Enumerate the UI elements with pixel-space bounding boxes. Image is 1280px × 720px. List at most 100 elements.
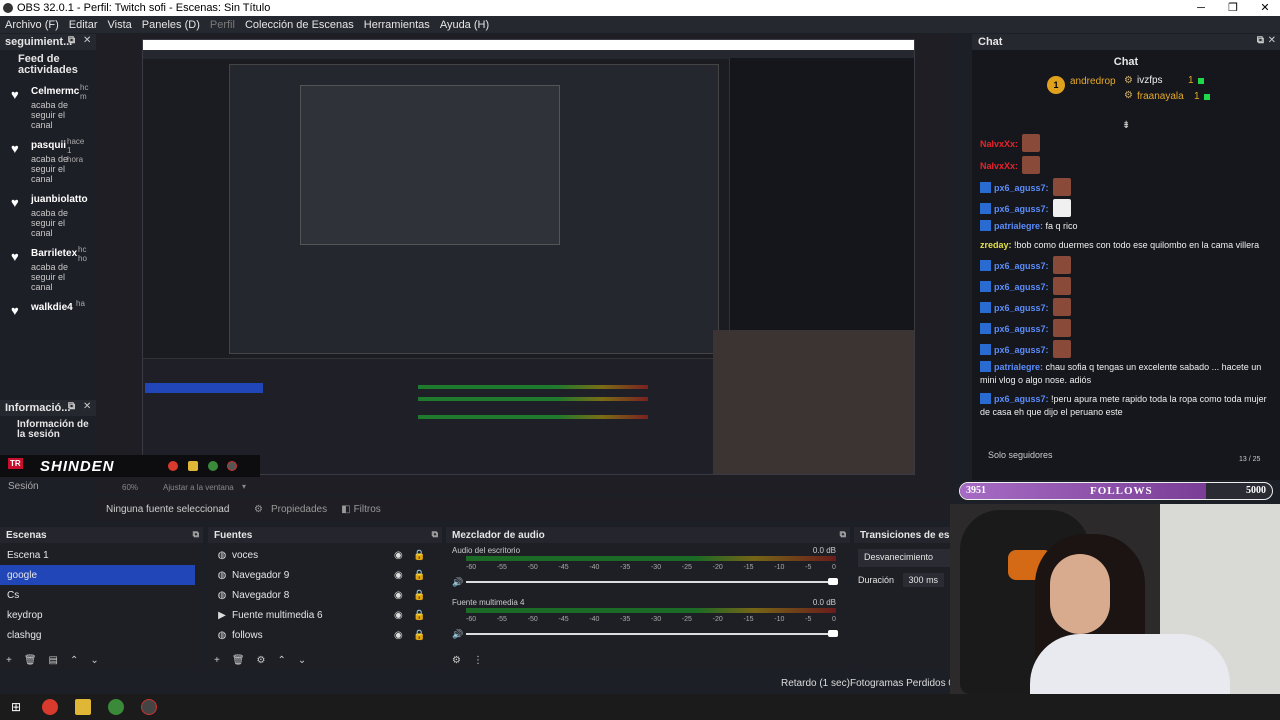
scale-tick: -55 [496, 616, 507, 623]
move-up-icon[interactable]: ⌃ [278, 655, 286, 666]
close-button[interactable]: ✕ [1249, 0, 1280, 16]
chrome-icon[interactable] [108, 699, 124, 715]
menu-vista[interactable]: Vista [103, 19, 137, 31]
scene-item-selected[interactable]: google [0, 565, 195, 585]
move-down-icon[interactable]: ⌄ [90, 655, 98, 666]
menu-coleccion[interactable]: Colección de Escenas [240, 19, 359, 31]
track-db: 0.0 dB [812, 598, 836, 607]
scale-tick: -60 [466, 616, 477, 623]
float-icon[interactable]: ⧉ [68, 35, 75, 46]
filters-icon[interactable]: ◧ [341, 504, 350, 515]
zoom-bar: 60% Ajustar a la ventana ▾ [96, 480, 952, 494]
float-icon[interactable]: ⧉ [193, 529, 199, 540]
menu-paneles[interactable]: Paneles (D) [137, 19, 205, 31]
filters-button[interactable]: Filtros [354, 504, 381, 515]
feed-item: ♥ Celmermc acaba de seguir el canal hc m [0, 83, 96, 130]
chat-user: px6_aguss7: [994, 183, 1049, 193]
sources-dock: Fuentes ⧉ ◍ voces ◉ 🔒 ◍ Navegador 9 ◉ 🔒 ◍ Naveg… [208, 527, 442, 670]
file-explorer-icon[interactable] [75, 699, 91, 715]
source-item[interactable]: ◍ Navegador 9 ◉ 🔒 [208, 565, 442, 585]
folder-icon [188, 461, 198, 471]
chevron-down-icon[interactable]: ▾ [242, 482, 246, 491]
lock-icon[interactable]: 🔒 [413, 610, 425, 621]
bottom-docks: Escenas ⧉ Escena 1 google Cs keydrop cla… [0, 527, 952, 670]
obs-logo-icon [3, 3, 13, 13]
scene-item[interactable]: Escena 1 [0, 545, 195, 565]
close-icon[interactable]: ✕ [83, 401, 91, 412]
windows-start-icon[interactable]: ⊞ [8, 699, 24, 715]
close-icon[interactable]: ✕ [83, 35, 91, 46]
feed-item-name: juanbiolatto [31, 194, 88, 205]
obs-icon[interactable] [141, 699, 157, 715]
add-icon[interactable]: + [214, 655, 220, 666]
duration-input[interactable]: 300 ms [902, 573, 945, 587]
source-item[interactable]: ◍ follows ◉ 🔒 [208, 625, 442, 645]
scene-item[interactable]: Cs [0, 585, 195, 605]
trash-icon[interactable]: 🗑 [232, 655, 245, 666]
volume-slider[interactable] [466, 633, 838, 635]
fit-to-window[interactable]: Ajustar a la ventana [163, 483, 234, 492]
scroll-down-icon[interactable]: ⇟ [1122, 120, 1130, 131]
scale-tick: -40 [589, 564, 600, 571]
minimize-button[interactable]: ─ [1185, 0, 1217, 16]
zoom-level[interactable]: 60% [122, 483, 138, 492]
chat-message: NaIvxXx: [980, 134, 1270, 154]
eye-icon[interactable]: ◉ [394, 590, 403, 601]
float-icon[interactable]: ⧉ [68, 401, 75, 412]
move-up-icon[interactable]: ⌃ [70, 655, 78, 666]
source-item[interactable]: ▶ Fuente multimedia 6 ◉ 🔒 [208, 605, 442, 625]
status-square [1198, 78, 1204, 84]
float-icon[interactable]: ⧉ [1257, 35, 1264, 46]
lock-icon[interactable]: 🔒 [413, 630, 425, 641]
source-item[interactable]: ◍ Navegador 8 ◉ 🔒 [208, 585, 442, 605]
chat-dock: Chat ⧉ ✕ Chat 1 andredrop ⚙ ivzfps 1 ⚙ f… [972, 34, 1280, 480]
gear-icon[interactable]: ⚙ [257, 655, 266, 666]
more-icon[interactable]: ⋮ [473, 655, 483, 666]
followers-only-label: Solo seguidores [988, 450, 1053, 460]
nested-title-bar [143, 40, 914, 50]
eye-icon[interactable]: ◉ [394, 610, 403, 621]
transition-select[interactable]: Desvanecimiento [858, 549, 952, 567]
eye-icon[interactable]: ◉ [394, 550, 403, 561]
gear-icon[interactable]: ⚙ [452, 655, 461, 666]
speaker-icon[interactable]: 🔊 [452, 629, 463, 640]
volume-slider[interactable] [466, 581, 838, 583]
trash-icon[interactable]: 🗑 [24, 655, 37, 666]
move-down-icon[interactable]: ⌄ [298, 655, 306, 666]
filter-icon[interactable]: ▤ [49, 655, 58, 666]
menu-bar: Archivo (F) Editar Vista Paneles (D) Per… [0, 16, 1280, 33]
gear-icon[interactable]: ⚙ [254, 504, 263, 515]
volume-slider-handle[interactable] [828, 578, 838, 585]
emote-icon [1052, 256, 1071, 274]
info-dock-header: Informació... ⧉ ✕ [0, 400, 96, 416]
heart-icon: ♥ [11, 303, 19, 318]
lock-icon[interactable]: 🔒 [413, 550, 425, 561]
chrome-icon[interactable] [42, 699, 58, 715]
lock-icon[interactable]: 🔒 [413, 570, 425, 581]
lock-icon[interactable]: 🔒 [413, 590, 425, 601]
menu-archivo[interactable]: Archivo (F) [0, 19, 64, 31]
menu-perfil[interactable]: Perfil [205, 19, 240, 31]
float-icon[interactable]: ⧉ [432, 529, 438, 540]
taskbar: ⊞ [0, 694, 1280, 720]
menu-herramientas[interactable]: Herramientas [359, 19, 435, 31]
scene-item[interactable]: keydrop [0, 605, 195, 625]
preview-canvas[interactable] [142, 39, 915, 475]
menu-editar[interactable]: Editar [64, 19, 103, 31]
no-source-label: Ninguna fuente seleccionad [106, 503, 230, 515]
close-icon[interactable]: ✕ [1268, 35, 1276, 46]
maximize-button[interactable]: ❐ [1217, 0, 1249, 16]
eye-icon[interactable]: ◉ [394, 570, 403, 581]
volume-slider-handle[interactable] [828, 630, 838, 637]
add-icon[interactable]: + [6, 655, 12, 666]
speaker-icon[interactable]: 🔊 [452, 577, 463, 588]
properties-button[interactable]: Propiedades [271, 504, 327, 515]
eye-icon[interactable]: ◉ [394, 630, 403, 641]
feed-item: ♥ juanbiolatto acaba de seguir el canal [0, 194, 96, 238]
chat-message: px6_aguss7: [980, 298, 1270, 317]
scale-tick: -50 [527, 564, 538, 571]
float-icon[interactable]: ⧉ [840, 529, 846, 540]
scene-item[interactable]: clashgg [0, 625, 195, 645]
menu-ayuda[interactable]: Ayuda (H) [435, 19, 494, 31]
source-item[interactable]: ◍ voces ◉ 🔒 [208, 545, 442, 565]
